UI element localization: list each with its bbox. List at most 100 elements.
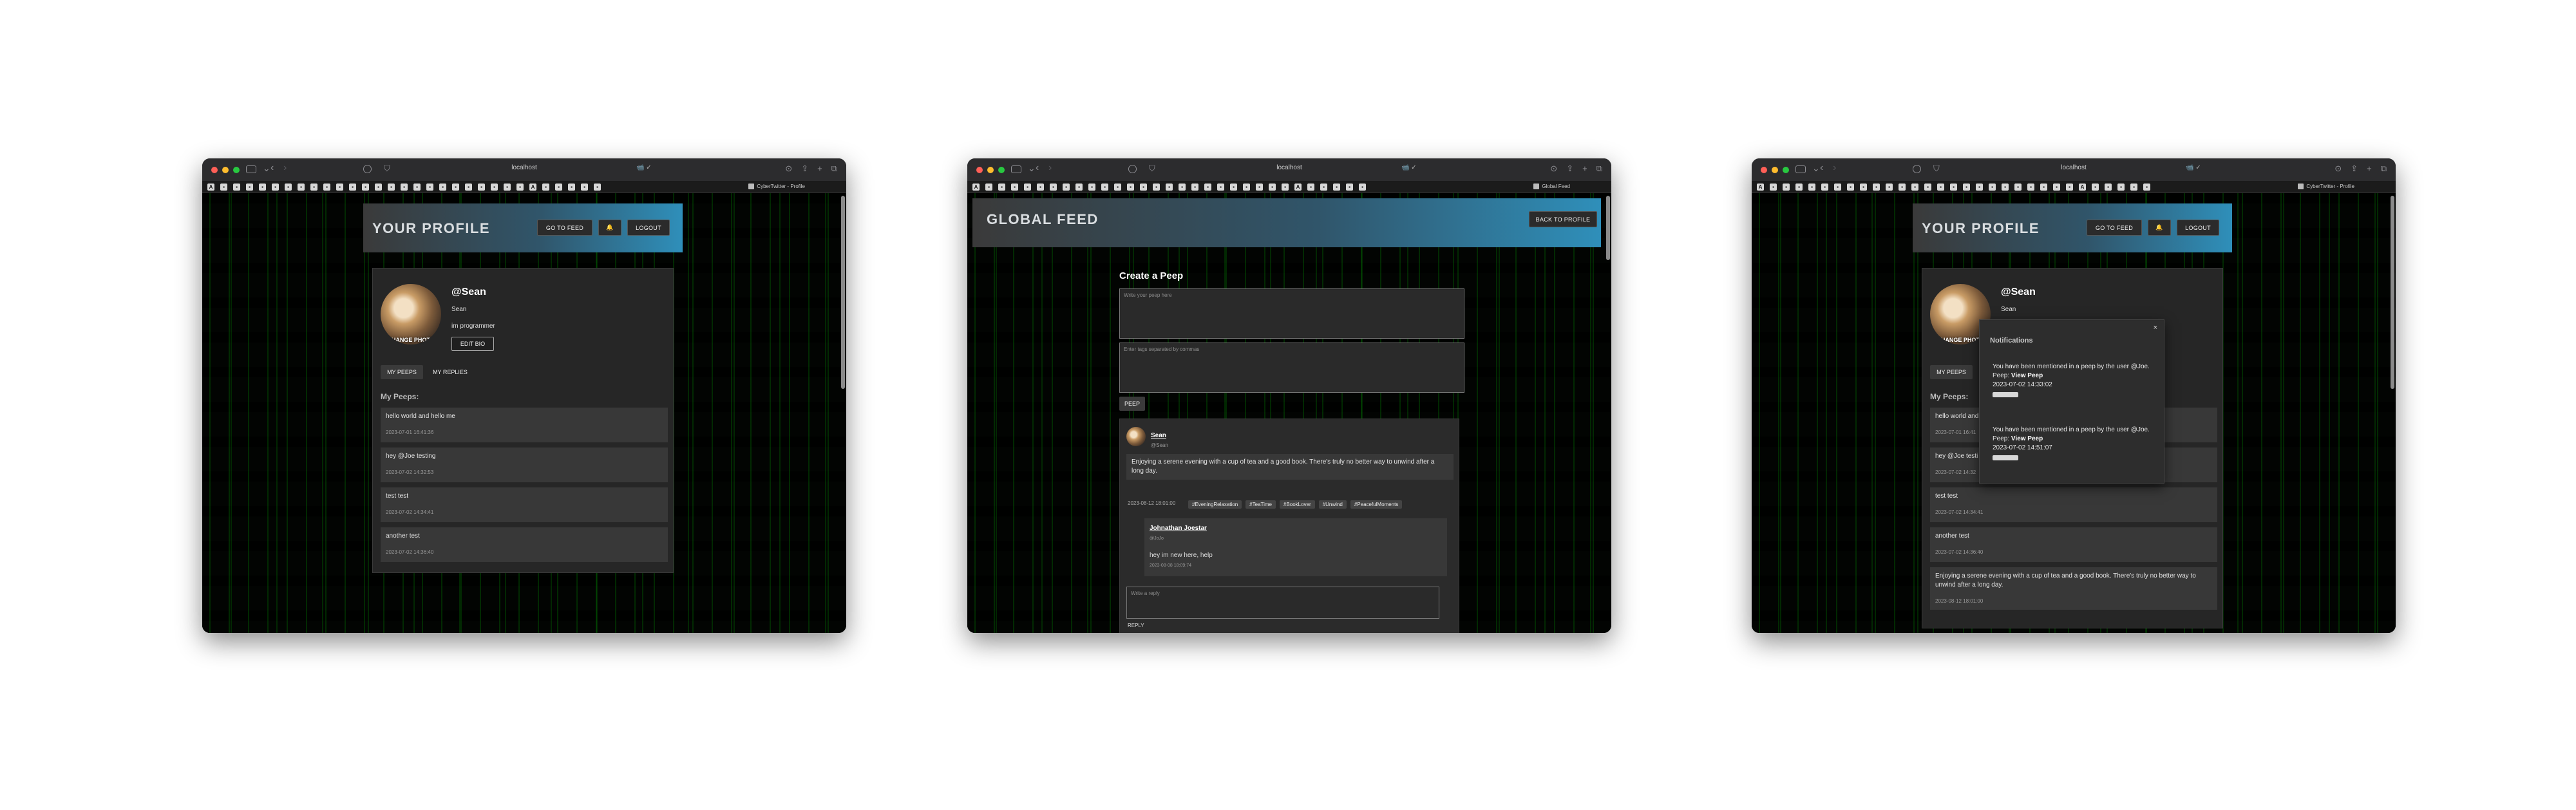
favicon-tab-icon[interactable]: ▪ — [491, 184, 498, 191]
favicon-tab-icon[interactable]: ▪ — [1127, 184, 1134, 191]
change-photo-label[interactable]: CHANGE PHOTO — [381, 337, 441, 343]
delete-notification-button[interactable] — [1993, 392, 2018, 397]
favicon-tab-icon[interactable]: ▪ — [1063, 184, 1070, 191]
favicon-tab-icon[interactable]: ▪ — [1911, 184, 1918, 191]
favicon-tab-icon[interactable]: ▪ — [1204, 184, 1211, 191]
favicon-tab-icon[interactable]: ▪ — [998, 184, 1005, 191]
tag-chip[interactable]: #EveningRelaxation — [1188, 500, 1242, 509]
favicon-tab-icon[interactable]: ▪ — [1191, 184, 1198, 191]
scrollbar[interactable] — [2391, 196, 2394, 389]
favicon-tab-icon[interactable]: A — [972, 184, 980, 191]
favicon-tab-icon[interactable]: ▪ — [1024, 184, 1031, 191]
favicon-tab-icon[interactable]: ▪ — [439, 184, 446, 191]
close-icon[interactable]: × — [2154, 324, 2157, 332]
address-bar[interactable]: localhost — [202, 164, 846, 171]
active-tab[interactable]: CyberTwitter - Profile — [748, 184, 805, 189]
logout-button[interactable]: LOGOUT — [2177, 220, 2219, 236]
favicon-tab-icon[interactable]: ▪ — [298, 184, 305, 191]
post-author-link[interactable]: Sean — [1151, 432, 1166, 439]
favicon-tab-icon[interactable]: ▪ — [1346, 184, 1353, 191]
favicon-tab-icon[interactable]: ▪ — [568, 184, 575, 191]
favicon-tab-icon[interactable]: ▪ — [1011, 184, 1018, 191]
favicon-tab-icon[interactable]: A — [1757, 184, 1764, 191]
favicon-tab-icon[interactable]: ▪ — [581, 184, 588, 191]
favicon-tab-icon[interactable]: ▪ — [1282, 184, 1289, 191]
favicon-tab-icon[interactable]: ▪ — [220, 184, 227, 191]
tag-chip[interactable]: #BookLover — [1280, 500, 1315, 509]
favicon-tab-icon[interactable]: ▪ — [1950, 184, 1957, 191]
go-to-feed-button[interactable]: GO TO FEED — [537, 220, 592, 236]
favicon-tab-icon[interactable]: ▪ — [2027, 184, 2034, 191]
avatar[interactable]: CHANGE PHOTO — [381, 284, 441, 344]
favicon-tab-icon[interactable]: ▪ — [1989, 184, 1996, 191]
logout-button[interactable]: LOGOUT — [627, 220, 670, 236]
tag-chip[interactable]: #TeaTime — [1245, 500, 1276, 509]
list-item[interactable]: test test 2023-07-02 14:34:41 — [1930, 487, 2217, 522]
favicon-tab-icon[interactable]: ▪ — [1770, 184, 1777, 191]
favicon-tab-icon[interactable]: ▪ — [542, 184, 549, 191]
favicon-tab-icon[interactable]: ▪ — [1088, 184, 1095, 191]
favicon-tab-icon[interactable]: ▪ — [388, 184, 395, 191]
camera-indicator-icon[interactable]: 📹 ✓ — [2186, 164, 2201, 171]
delete-notification-button[interactable] — [1993, 455, 2018, 460]
favicon-tab-icon[interactable]: ▪ — [1256, 184, 1263, 191]
favicon-tab-icon[interactable]: A — [207, 184, 214, 191]
reply-button[interactable]: REPLY — [1128, 623, 1144, 628]
favicon-tab-icon[interactable]: ▪ — [516, 184, 524, 191]
share-icon[interactable]: ⇪ — [2351, 164, 2358, 174]
favicon-tab-icon[interactable]: ▪ — [1795, 184, 1803, 191]
address-bar[interactable]: localhost — [967, 164, 1611, 171]
back-to-profile-button[interactable]: BACK TO PROFILE — [1529, 211, 1597, 227]
favicon-tab-icon[interactable]: ▪ — [1230, 184, 1237, 191]
favicon-tab-icon[interactable]: ▪ — [2143, 184, 2150, 191]
tag-chip[interactable]: #PeacefulMoments — [1350, 500, 1403, 509]
favicon-tab-icon[interactable]: ▪ — [1050, 184, 1057, 191]
favicon-tab-icon[interactable]: ▪ — [2092, 184, 2099, 191]
favicon-tab-icon[interactable]: ▪ — [985, 184, 992, 191]
active-tab[interactable]: Global Feed — [1533, 184, 1570, 189]
favicon-tab-icon[interactable]: ▪ — [2002, 184, 2009, 191]
bell-icon[interactable]: 🔔 — [2148, 220, 2171, 236]
favicon-tab-icon[interactable]: ▪ — [1808, 184, 1815, 191]
favicon-tab-icon[interactable]: ▪ — [1243, 184, 1250, 191]
tab-my-peeps[interactable]: MY PEEPS — [381, 365, 423, 379]
favicon-tab-icon[interactable]: ▪ — [336, 184, 343, 191]
list-item[interactable]: another test 2023-07-02 14:36:40 — [1930, 527, 2217, 562]
favicon-tab-icon[interactable]: ▪ — [2130, 184, 2137, 191]
list-item[interactable]: hello world and hello me 2023-07-01 16:4… — [381, 408, 668, 442]
favicon-tab-icon[interactable]: ▪ — [1976, 184, 1983, 191]
new-tab-icon[interactable]: + — [1582, 164, 1587, 174]
favicon-tab-icon[interactable]: ▪ — [375, 184, 382, 191]
favicon-tab-icon[interactable]: ▪ — [1217, 184, 1224, 191]
favicon-tab-icon[interactable]: A — [529, 184, 536, 191]
peep-text-input[interactable]: Write your peep here — [1119, 288, 1464, 339]
favicon-tab-icon[interactable]: ▪ — [594, 184, 601, 191]
favicon-tab-icon[interactable]: ▪ — [272, 184, 279, 191]
favicon-tab-icon[interactable]: ▪ — [555, 184, 562, 191]
favicon-tab-icon[interactable]: ▪ — [310, 184, 317, 191]
favicon-tab-icon[interactable]: ▪ — [2117, 184, 2125, 191]
favicon-tab-icon[interactable]: ▪ — [1963, 184, 1970, 191]
favicon-tab-icon[interactable]: ▪ — [1924, 184, 1931, 191]
favicon-tab-icon[interactable]: ▪ — [1821, 184, 1828, 191]
favicon-tab-icon[interactable]: ▪ — [2105, 184, 2112, 191]
favicon-tab-icon[interactable]: ▪ — [465, 184, 472, 191]
favicon-tab-icon[interactable]: ▪ — [1075, 184, 1083, 191]
favicon-tab-icon[interactable]: ▪ — [1899, 184, 1906, 191]
favicon-tab-icon[interactable]: ▪ — [2040, 184, 2047, 191]
favicon-tab-icon[interactable]: ▪ — [285, 184, 292, 191]
reply-author-link[interactable]: Johnathan Joestar — [1150, 525, 1207, 532]
tab-my-replies[interactable]: MY REPLIES — [427, 365, 473, 379]
view-peep-link[interactable]: View Peep — [2011, 372, 2043, 379]
tab-overview-icon[interactable]: ⧉ — [831, 164, 837, 174]
favicon-tab-icon[interactable]: ▪ — [1140, 184, 1147, 191]
favicon-tab-icon[interactable]: ▪ — [246, 184, 253, 191]
download-icon[interactable]: ⊙ — [1550, 164, 1557, 174]
view-peep-link[interactable]: View Peep — [2011, 435, 2043, 442]
tab-my-peeps[interactable]: MY PEEPS — [1930, 365, 1973, 379]
camera-indicator-icon[interactable]: 📹 ✓ — [1401, 164, 1417, 171]
list-item[interactable]: hey @Joe testing 2023-07-02 14:32:53 — [381, 447, 668, 482]
favicon-tab-icon[interactable]: ▪ — [1153, 184, 1160, 191]
favicon-tab-icon[interactable]: ▪ — [362, 184, 369, 191]
tag-chip[interactable]: #Unwind — [1318, 500, 1347, 509]
